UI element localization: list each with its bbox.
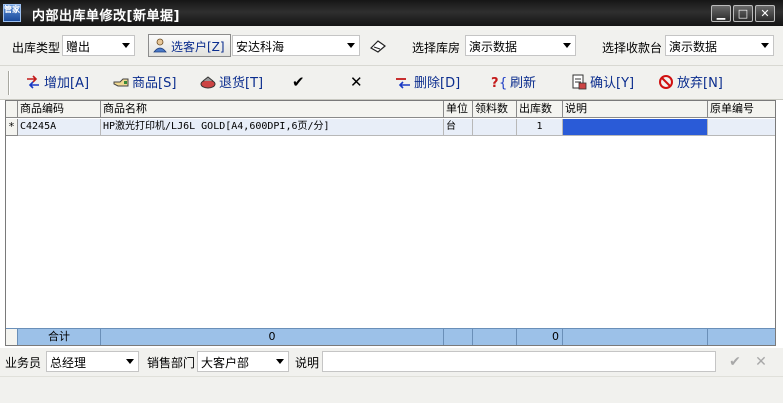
note-input[interactable] [322, 351, 716, 372]
customer-select[interactable]: 安达科海 [232, 35, 360, 56]
outbound-type-select[interactable]: 赠出 [62, 35, 135, 56]
column-header[interactable]: 商品编码 [18, 101, 101, 118]
chevron-down-icon [276, 359, 284, 364]
delete-button[interactable]: 删除[D] [394, 72, 460, 94]
salesperson-label: 业务员 [5, 356, 42, 370]
department-value: 大客户部 [201, 356, 250, 370]
refresh-button[interactable]: ? { 刷新 [490, 72, 536, 94]
original-no-cell[interactable] [708, 119, 775, 136]
return-goods-icon [200, 76, 216, 89]
checkmark-icon[interactable]: ✔ [727, 354, 743, 370]
out-qty-cell[interactable]: 1 [517, 119, 563, 136]
department-select[interactable]: 大客户部 [197, 351, 289, 372]
department-label: 销售部门 [147, 356, 196, 370]
maximize-button[interactable]: □ [733, 5, 753, 22]
svg-text:{: { [499, 76, 507, 90]
goods-table: 商品编码 商品名称 单位 领料数 出库数 说明 原单编号 * C4245A HP… [5, 100, 776, 346]
column-header[interactable]: 原单编号 [708, 101, 775, 118]
select-customer-label: 选客户[Z] [171, 40, 225, 54]
goods-code-cell[interactable]: C4245A [18, 119, 101, 136]
total-picked-blank [473, 329, 517, 345]
total-label: 合计 [18, 329, 101, 345]
cancel-label: 放弃[N] [677, 76, 723, 91]
add-rows-icon [27, 75, 39, 89]
salesperson-select[interactable]: 总经理 [46, 351, 139, 372]
total-row: 合计 0 0 [6, 328, 775, 345]
total-orig-blank [708, 329, 775, 345]
cancel-button[interactable]: 放弃[N] [657, 72, 723, 94]
total-picked-value: 0 [101, 329, 444, 345]
close-button[interactable]: ✕ [755, 5, 775, 22]
add-button[interactable]: 增加[A] [24, 72, 89, 94]
bottom-info-row: 业务员 总经理 销售部门 大客户部 说明 ✔ ✕ [0, 348, 783, 376]
chevron-down-icon [347, 43, 355, 48]
confirm-button[interactable]: 确认[Y] [570, 72, 634, 94]
table-row[interactable]: * C4245A HP激光打印机/LJ6L GOLD[A4,600DPI,6页/… [6, 119, 775, 136]
filter-row: 出库类型 赠出 选客户[Z] 安达科海 选择库房 演示数据 选择收款台 演示数据 [0, 26, 783, 66]
column-header[interactable]: 出库数 [517, 101, 563, 118]
customer-value: 安达科海 [236, 40, 285, 54]
outbound-type-value: 赠出 [66, 40, 91, 54]
total-out-value: 0 [517, 329, 563, 345]
chevron-down-icon [126, 359, 134, 364]
goods-hand-icon [113, 78, 129, 87]
salesperson-value: 总经理 [50, 356, 87, 370]
warehouse-select[interactable]: 演示数据 [465, 35, 576, 56]
accept-button[interactable]: ✔ [292, 73, 305, 95]
prohibited-icon [659, 75, 673, 89]
eraser-icon[interactable] [369, 38, 387, 54]
table-header: 商品编码 商品名称 单位 领料数 出库数 说明 原单编号 [6, 101, 775, 118]
customer-icon [153, 38, 167, 53]
unit-cell[interactable]: 台 [444, 119, 473, 136]
svg-text:?: ? [491, 76, 499, 90]
total-unit-blank [444, 329, 473, 345]
note-cell[interactable] [563, 119, 708, 136]
minimize-button[interactable]: ▁ [711, 5, 731, 22]
select-customer-button[interactable]: 选客户[Z] [148, 34, 231, 57]
picked-qty-cell[interactable] [473, 119, 517, 136]
delete-rows-icon [396, 78, 410, 89]
title-bar: 管家 内部出库单修改[新单据] ▁ □ ✕ [0, 0, 783, 26]
total-indicator [6, 329, 18, 345]
goods-button[interactable]: 商品[S] [112, 72, 176, 94]
add-label: 增加[A] [44, 76, 90, 91]
window-controls: ▁ □ ✕ [711, 5, 775, 22]
column-header[interactable]: 单位 [444, 101, 473, 118]
cashier-value: 演示数据 [669, 40, 718, 54]
goods-label: 商品[S] [132, 76, 177, 91]
chevron-down-icon [122, 43, 130, 48]
cross-icon[interactable]: ✕ [753, 354, 769, 370]
cashier-select[interactable]: 演示数据 [665, 35, 774, 56]
app-icon: 管家 [3, 4, 21, 22]
reject-button[interactable]: ✕ [350, 73, 363, 95]
warehouse-label: 选择库房 [412, 41, 461, 55]
delete-label: 删除[D] [414, 76, 461, 91]
toolbar-grip[interactable] [8, 71, 10, 95]
refresh-icon: ? { [491, 76, 507, 90]
document-confirm-icon [572, 74, 587, 90]
column-header[interactable]: 说明 [563, 101, 708, 118]
outbound-type-label: 出库类型 [12, 41, 61, 55]
goods-name-cell[interactable]: HP激光打印机/LJ6L GOLD[A4,600DPI,6页/分] [101, 119, 444, 136]
column-header[interactable]: 商品名称 [101, 101, 444, 118]
window-title: 内部出库单修改[新单据] [32, 9, 180, 24]
row-indicator: * [6, 119, 18, 136]
row-indicator-header [6, 101, 18, 118]
total-note-blank [563, 329, 708, 345]
cross-icon: ✕ [350, 73, 363, 91]
return-label: 退货[T] [219, 76, 264, 91]
refresh-label: 刷新 [510, 76, 537, 91]
footer-strip [0, 376, 783, 403]
warehouse-value: 演示数据 [469, 40, 518, 54]
cashier-label: 选择收款台 [602, 41, 663, 55]
chevron-down-icon [563, 43, 571, 48]
action-toolbar: 增加[A] 商品[S] 退货[T] ✔ ✕ 删除[D] ? { 刷新 确认[Y]… [0, 66, 783, 100]
return-button[interactable]: 退货[T] [199, 72, 263, 94]
checkmark-icon: ✔ [292, 73, 305, 91]
confirm-label: 确认[Y] [590, 76, 635, 91]
column-header[interactable]: 领料数 [473, 101, 517, 118]
note-label: 说明 [295, 356, 320, 370]
chevron-down-icon [761, 43, 769, 48]
